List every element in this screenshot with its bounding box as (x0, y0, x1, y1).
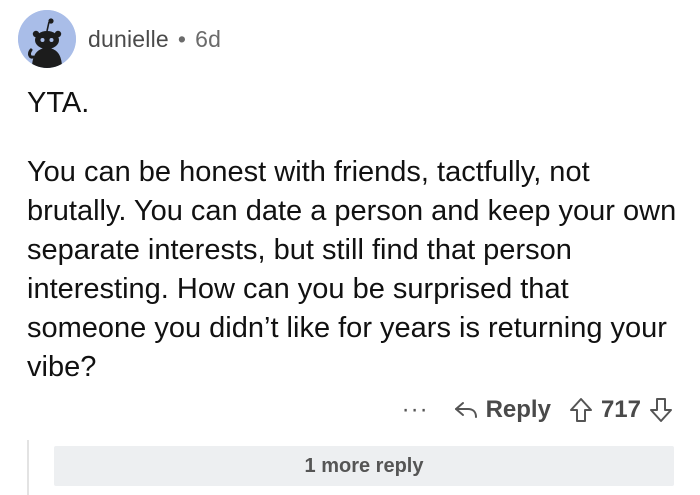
comment-body: YTA. You can be honest with friends, tac… (27, 84, 677, 387)
comment-paragraph: YTA. (27, 87, 90, 119)
downvote-arrow-icon (650, 398, 672, 422)
reply-label: Reply (485, 396, 551, 423)
vote-count: 717 (600, 396, 641, 423)
vote-controls: 717 (569, 396, 673, 424)
comment-meta: dunielle • 6d (88, 26, 221, 53)
comment-paragraph: You can be honest with friends, tactfull… (27, 156, 677, 383)
reddit-snoo-avatar-icon (18, 10, 76, 68)
more-options-button[interactable]: ··· (402, 396, 429, 424)
thread-line[interactable] (27, 440, 29, 495)
more-replies-button[interactable]: 1 more reply (54, 446, 674, 486)
comment-age: 6d (195, 25, 222, 52)
avatar[interactable] (18, 10, 76, 68)
meta-separator: • (177, 25, 187, 52)
comment-header: dunielle • 6d (18, 10, 221, 68)
reply-arrow-icon (454, 402, 477, 418)
comment-actions: ··· Reply 717 (402, 392, 673, 428)
upvote-arrow-icon (569, 398, 592, 422)
downvote-button[interactable] (649, 397, 673, 423)
reply-button[interactable]: Reply (453, 396, 551, 424)
upvote-button[interactable] (569, 397, 593, 423)
author-name[interactable]: dunielle (88, 26, 169, 53)
